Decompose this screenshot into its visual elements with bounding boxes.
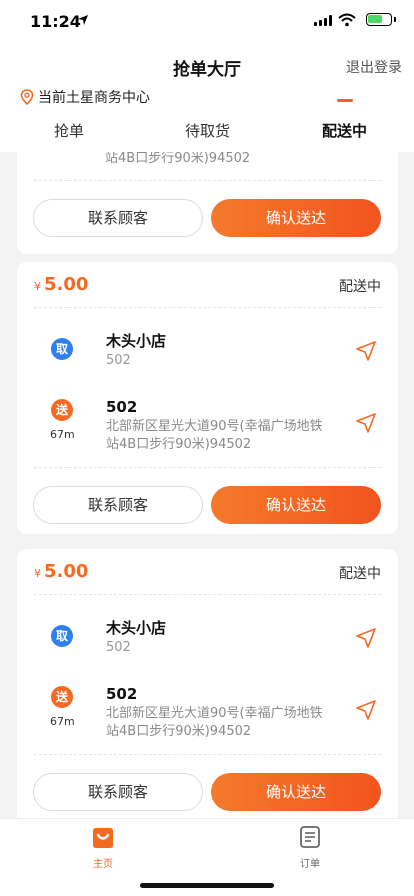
confirm-delivery-button[interactable]: 确认送达	[211, 773, 381, 811]
location-arrow-icon	[78, 15, 88, 25]
order-card: ¥5.00 配送中 取 木头小店 502 送 67m 502 北部新区星光大道9…	[17, 262, 398, 534]
delivery-badge: 送	[51, 686, 73, 708]
contact-customer-button[interactable]: 联系顾客	[33, 486, 203, 524]
home-icon	[93, 828, 113, 848]
tab-delivering[interactable]: 配送中	[322, 120, 367, 141]
location-pin-icon	[20, 89, 34, 105]
navigate-icon[interactable]	[355, 340, 377, 362]
nav-orders[interactable]: 订单	[280, 825, 340, 870]
order-status: 配送中	[339, 566, 381, 582]
currency-symbol: ¥	[34, 567, 41, 580]
contact-customer-button[interactable]: 联系顾客	[33, 773, 203, 811]
dest-address: 站4B口步行90米)94502	[105, 152, 251, 166]
shop-sub: 502	[106, 640, 131, 655]
contact-customer-button[interactable]: 联系顾客	[33, 199, 203, 237]
dest-address-line: 北部新区星光大道90号(幸福广场地铁	[106, 419, 323, 434]
dest-address-line: 站4B口步行90米)94502	[106, 437, 252, 452]
price-value: 5.00	[44, 274, 89, 295]
currency-symbol: ¥	[34, 280, 41, 293]
active-tab-indicator	[337, 99, 353, 102]
home-indicator	[140, 883, 274, 888]
nav-home-label: 主页	[93, 859, 113, 870]
navigate-icon[interactable]	[355, 412, 377, 434]
order-status: 配送中	[339, 279, 381, 295]
confirm-delivery-button[interactable]: 确认送达	[211, 486, 381, 524]
divider	[34, 307, 381, 308]
logout-button[interactable]: 退出登录	[346, 57, 402, 77]
tab-bar: 抢单 待取货 配送中	[0, 120, 414, 152]
status-bar: 11:24	[0, 0, 414, 44]
shop-name: 木头小店	[106, 332, 167, 350]
divider	[34, 754, 381, 755]
order-card: 站4B口步行90米)94502 联系顾客 确认送达	[17, 152, 398, 254]
location-row[interactable]: 当前土星商务中心	[20, 87, 150, 107]
header: 抢单大厅 退出登录 当前土星商务中心 抢单 待取货 配送中	[0, 44, 414, 152]
dest-address: 北部新区星光大道90号(幸福广场地铁 站4B口步行90米)94502	[106, 705, 351, 741]
dest-address-line: 北部新区星光大道90号(幸福广场地铁	[106, 706, 323, 721]
wifi-icon	[338, 13, 356, 27]
divider	[34, 594, 381, 595]
nav-home[interactable]: 主页	[73, 825, 133, 870]
dest-address-line: 站4B口步行90米)94502	[106, 724, 252, 739]
divider	[34, 180, 381, 181]
confirm-delivery-button[interactable]: 确认送达	[211, 199, 381, 237]
order-card: ¥5.00 配送中 取 木头小店 502 送 67m 502 北部新区星光大道9…	[17, 549, 398, 818]
price-value: 5.00	[44, 561, 89, 582]
distance: 67m	[50, 428, 75, 441]
document-list-icon	[300, 826, 320, 848]
signal-icon	[314, 15, 332, 26]
nav-orders-label: 订单	[300, 859, 320, 870]
order-price: ¥5.00	[34, 561, 88, 582]
tab-pending-pickup[interactable]: 待取货	[185, 120, 230, 141]
delivery-badge: 送	[51, 399, 73, 421]
dest-name: 502	[106, 685, 138, 703]
shop-sub: 502	[106, 353, 131, 368]
order-price: ¥5.00	[34, 274, 88, 295]
tab-grab[interactable]: 抢单	[54, 120, 84, 141]
order-list[interactable]: 站4B口步行90米)94502 联系顾客 确认送达 ¥5.00 配送中 取 木头…	[0, 152, 414, 818]
navigate-icon[interactable]	[355, 627, 377, 649]
battery-icon	[366, 13, 396, 26]
distance: 67m	[50, 715, 75, 728]
divider	[34, 467, 381, 468]
dest-address: 北部新区星光大道90号(幸福广场地铁 站4B口步行90米)94502	[106, 418, 351, 454]
bottom-nav: 主页 订单	[0, 818, 414, 896]
shop-name: 木头小店	[106, 619, 167, 637]
pickup-badge: 取	[51, 338, 73, 360]
navigate-icon[interactable]	[355, 699, 377, 721]
dest-name: 502	[106, 398, 138, 416]
status-time: 11:24	[30, 12, 81, 31]
location-text: 当前土星商务中心	[38, 90, 150, 106]
pickup-badge: 取	[51, 625, 73, 647]
